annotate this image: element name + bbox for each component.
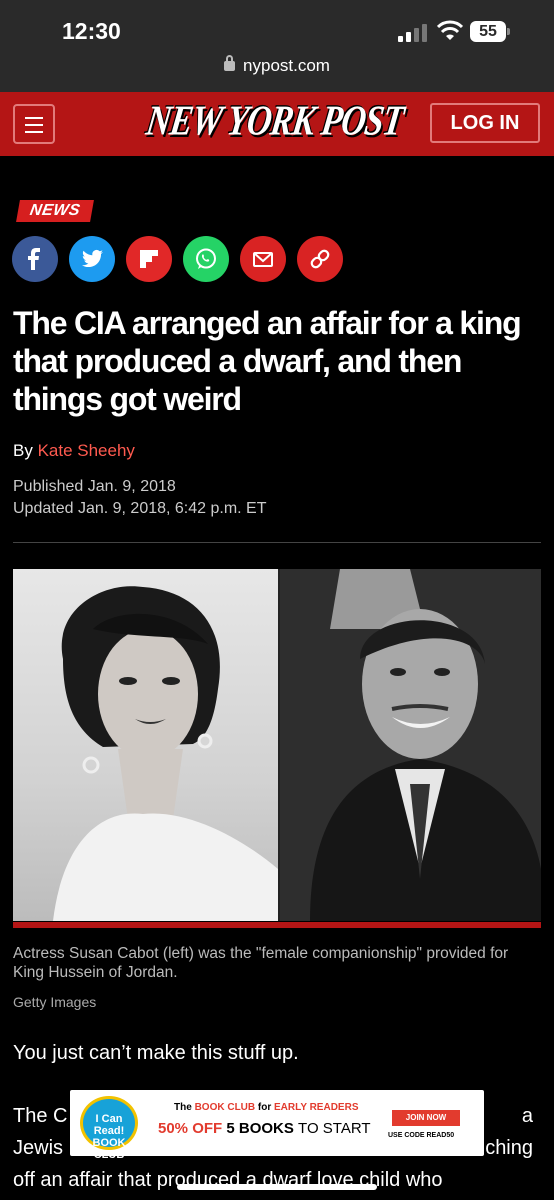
published-date: Published Jan. 9, 2018 bbox=[13, 478, 176, 495]
status-time: 12:30 bbox=[62, 18, 121, 44]
ad-tagline-part: EARLY READERS bbox=[274, 1102, 359, 1113]
ad-offer-part: TO START bbox=[298, 1120, 371, 1137]
ad-promo-code: USE CODE READ50 bbox=[388, 1132, 455, 1139]
body-line-2-end: ching bbox=[485, 1137, 533, 1159]
byline-prefix: By bbox=[13, 441, 38, 460]
ad-join-button[interactable]: JOIN NOW bbox=[392, 1110, 460, 1126]
ad-tagline-part: for bbox=[255, 1102, 275, 1113]
lock-icon bbox=[224, 55, 236, 71]
whatsapp-icon[interactable] bbox=[183, 236, 229, 282]
ad-banner[interactable]: I Can Read! BOOK CLUB The BOOK CLUB for … bbox=[70, 1090, 484, 1161]
cellular-signal-icon bbox=[398, 24, 428, 42]
hamburger-menu-button[interactable] bbox=[13, 104, 55, 144]
byline: By Kate Sheehy bbox=[13, 441, 135, 461]
body-line-2: Jewis bbox=[13, 1137, 64, 1159]
battery-icon: 55 bbox=[470, 21, 510, 42]
site-logo[interactable]: NEW YORK POST bbox=[143, 98, 406, 146]
flipboard-icon[interactable] bbox=[126, 236, 172, 282]
divider bbox=[13, 542, 541, 543]
ad-offer-part: 5 BOOKS bbox=[222, 1120, 299, 1137]
photo-caption: Actress Susan Cabot (left) was the "fema… bbox=[13, 945, 509, 981]
wifi-icon bbox=[437, 20, 463, 40]
body-line-1-end: a bbox=[521, 1105, 533, 1127]
twitter-icon[interactable] bbox=[69, 236, 115, 282]
article-lead: You just can’t make this stuff up. bbox=[13, 1042, 299, 1064]
ad-offer-part: 50% OFF bbox=[158, 1120, 223, 1137]
link-icon[interactable] bbox=[297, 236, 343, 282]
ad-tagline-part: The bbox=[174, 1102, 195, 1113]
share-bar bbox=[12, 236, 343, 282]
email-icon[interactable] bbox=[240, 236, 286, 282]
photo-divider-bar bbox=[13, 922, 541, 928]
publish-info: Published Jan. 9, 2018 Updated Jan. 9, 2… bbox=[13, 476, 267, 520]
ad-tagline-part: BOOK CLUB bbox=[194, 1102, 256, 1113]
body-line-3: off an affair that produced a dwarf love… bbox=[13, 1169, 443, 1191]
url-text: nypost.com bbox=[243, 56, 330, 75]
photo-actress bbox=[13, 569, 278, 921]
ad-tagline: The BOOK CLUB for EARLY READERS bbox=[174, 1102, 358, 1113]
ad-book-club-logo: I Can Read! BOOK CLUB bbox=[80, 1096, 138, 1161]
site-header: NEW YORK POST LOG IN bbox=[0, 92, 554, 156]
article-headline: The CIA arranged an affair for a king th… bbox=[13, 305, 522, 417]
updated-date: Updated Jan. 9, 2018, 6:42 p.m. ET bbox=[13, 500, 267, 517]
photo-king bbox=[280, 569, 541, 921]
article-photo[interactable] bbox=[13, 569, 541, 921]
author-link[interactable]: Kate Sheehy bbox=[38, 441, 135, 460]
address-bar[interactable]: nypost.com bbox=[0, 55, 554, 76]
section-tag[interactable]: NEWS bbox=[16, 200, 94, 222]
facebook-icon[interactable] bbox=[12, 236, 58, 282]
login-button[interactable]: LOG IN bbox=[430, 103, 540, 143]
body-line-1: The C bbox=[13, 1105, 68, 1127]
status-bar: 12:30 55 nypost.com bbox=[0, 0, 554, 92]
photo-credit: Getty Images bbox=[13, 994, 97, 1010]
home-indicator[interactable] bbox=[177, 1184, 377, 1190]
ad-offer: 50% OFF 5 BOOKS TO START bbox=[158, 1120, 371, 1137]
